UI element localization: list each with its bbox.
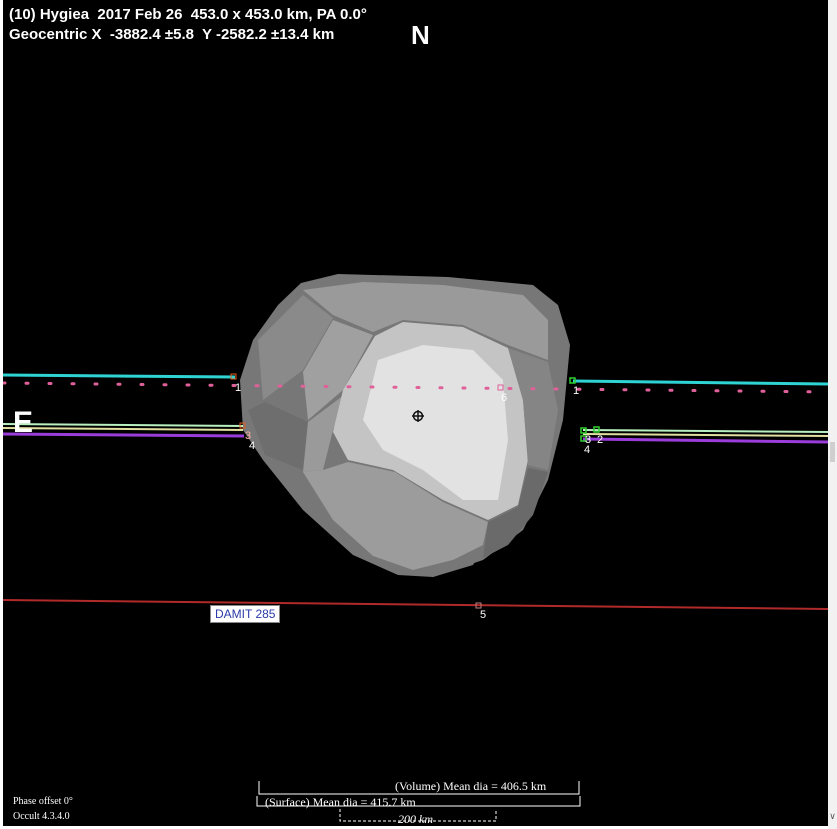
miss-label-5: 5 (480, 609, 486, 621)
vertical-scrollbar[interactable] (828, 0, 837, 829)
shape-model-label: DAMIT 285 (210, 605, 281, 623)
west-label-4: 4 (249, 440, 255, 452)
east-indicator: E (13, 406, 34, 439)
chord-3-west-line (3, 427, 244, 431)
east-label-1: 1 (573, 385, 579, 397)
plot-canvas: 1 3 4 1 3 2 4 6 5 (3, 274, 828, 822)
west-label-1: 1 (235, 382, 241, 394)
chord-1-reappear-marker (569, 377, 576, 384)
chord-2-east-line (582, 429, 828, 433)
miss-label-6: 6 (501, 392, 507, 404)
scroll-down-arrow-icon[interactable]: ∨ (828, 812, 837, 822)
chord-4-east-line (582, 437, 828, 444)
software-version-label: Occult 4.3.4.0 (13, 811, 70, 822)
east-label-4: 4 (584, 444, 590, 456)
north-indicator: N (411, 20, 430, 50)
volume-mean-diameter: (Volume) Mean dia = 406.5 km (395, 779, 547, 793)
chord-2-west-line (3, 423, 244, 427)
chord-1-east-line (572, 379, 828, 386)
chord-4-west-line (3, 432, 245, 438)
phase-offset-label: Phase offset 0° (13, 796, 73, 807)
chord-3-east-line (582, 433, 828, 437)
scrollbar-thumb[interactable] (830, 442, 835, 462)
surface-mean-diameter: (Surface) Mean dia = 415.7 km (265, 795, 416, 809)
chord-5-miss-line (3, 599, 828, 610)
geocentric-coordinates: Geocentric X -3882.4 ±5.8 Y -2582.2 ±13.… (9, 26, 335, 43)
east-label-2: 2 (597, 434, 603, 446)
asteroid-shape (240, 274, 570, 577)
chord-1-west-line (3, 373, 236, 379)
occultation-plot: 1 3 4 1 3 2 4 6 5 (10) Hygiea 2017 Feb 2… (3, 0, 828, 826)
object-title: (10) Hygiea 2017 Feb 26 453.0 x 453.0 km… (9, 6, 367, 23)
scale-bar-label: 200 km (398, 812, 433, 826)
